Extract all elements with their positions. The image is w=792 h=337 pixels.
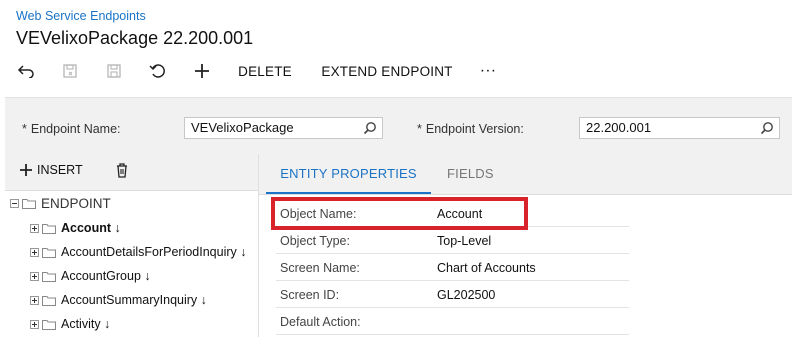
insert-button[interactable]: INSERT: [19, 163, 83, 177]
endpoint-name-field[interactable]: VEVelixoPackage: [184, 117, 383, 139]
collapse-icon[interactable]: [10, 199, 19, 208]
endpoint-version-label-text: Endpoint Version:: [425, 122, 524, 136]
endpoint-version-label: * Endpoint Version:: [417, 122, 524, 136]
breadcrumb[interactable]: Web Service Endpoints: [16, 9, 146, 23]
plus-icon: [20, 164, 32, 176]
search-icon[interactable]: [760, 121, 774, 141]
tree-item-accountgroup[interactable]: AccountGroup ↓: [30, 269, 151, 283]
folder-icon: [42, 247, 56, 258]
divider: [276, 253, 629, 254]
folder-icon: [42, 271, 56, 282]
tree-item-accountdetailsforperiodinquiry[interactable]: AccountDetailsForPeriodInquiry ↓: [30, 245, 247, 259]
plus-icon[interactable]: [190, 58, 214, 84]
folder-icon: [22, 199, 36, 209]
divider: [276, 280, 629, 281]
insert-label: INSERT: [37, 163, 83, 177]
expand-icon[interactable]: [30, 271, 39, 281]
tree-item-accountsummaryinquiry[interactable]: AccountSummaryInquiry ↓: [30, 293, 207, 307]
folder-icon: [42, 319, 56, 330]
delete-button[interactable]: DELETE: [230, 58, 300, 84]
screen-name-value[interactable]: Chart of Accounts: [437, 261, 536, 275]
entity-tree-pane: INSERT ENDPOINT Account ↓ AccountDetails…: [5, 154, 259, 337]
page-title: VEVelixoPackage 22.200.001: [16, 28, 254, 48]
tree-toolbar: INSERT: [5, 154, 258, 191]
required-marker: *: [417, 122, 422, 136]
entity-details-pane: ENTITY PROPERTIES FIELDS Object Name: Ac…: [259, 154, 792, 337]
tree-item-account[interactable]: Account ↓: [30, 221, 121, 235]
required-marker: *: [22, 122, 27, 136]
endpoint-version-field[interactable]: 22.200.001: [579, 117, 780, 139]
tree-item-label: Account ↓: [61, 221, 121, 235]
extend-endpoint-button[interactable]: EXTEND ENDPOINT: [314, 58, 460, 84]
screen-id-value[interactable]: GL202500: [437, 288, 495, 302]
expand-icon[interactable]: [30, 295, 39, 305]
endpoint-form: * Endpoint Name: VEVelixoPackage * Endpoin…: [5, 97, 792, 155]
divider: [276, 307, 629, 308]
trash-icon[interactable]: [116, 163, 128, 183]
highlight-box: [271, 197, 528, 230]
expand-icon[interactable]: [30, 223, 39, 233]
tree-root-label: ENDPOINT: [41, 196, 111, 211]
endpoint-name-label-text: Endpoint Name:: [30, 122, 121, 136]
tab-fields[interactable]: FIELDS: [447, 154, 497, 194]
tree-root-endpoint[interactable]: ENDPOINT: [10, 196, 111, 211]
endpoint-name-label: * Endpoint Name:: [22, 122, 121, 136]
tree-item-label: Activity ↓: [61, 317, 111, 331]
revert-icon[interactable]: [146, 58, 170, 84]
default-action-label: Default Action:: [280, 315, 361, 329]
undo-arrow-icon[interactable]: [14, 58, 38, 84]
more-button[interactable]: ···: [474, 58, 502, 84]
endpoint-version-value: 22.200.001: [586, 120, 652, 135]
tree-item-label: AccountSummaryInquiry ↓: [61, 293, 207, 307]
endpoint-name-value: VEVelixoPackage: [191, 120, 294, 135]
object-type-label: Object Type:: [280, 234, 350, 248]
tree-item-label: AccountDetailsForPeriodInquiry ↓: [61, 245, 247, 259]
expand-icon[interactable]: [30, 247, 39, 257]
save-close-icon[interactable]: [58, 58, 82, 84]
expand-icon[interactable]: [30, 319, 39, 329]
folder-icon: [42, 295, 56, 306]
tab-entity-properties[interactable]: ENTITY PROPERTIES: [266, 154, 431, 194]
divider: [276, 334, 629, 335]
screen-id-label: Screen ID:: [280, 288, 340, 302]
screen-name-label: Screen Name:: [280, 261, 360, 275]
search-icon[interactable]: [363, 121, 377, 141]
folder-icon: [42, 223, 56, 234]
tree-item-activity[interactable]: Activity ↓: [30, 317, 110, 331]
save-icon[interactable]: [102, 58, 126, 84]
object-type-value[interactable]: Top-Level: [437, 234, 491, 248]
tree-item-label: AccountGroup ↓: [61, 269, 151, 283]
toolbar: DELETE EXTEND ENDPOINT ···: [0, 58, 792, 84]
tab-bar: ENTITY PROPERTIES FIELDS: [259, 154, 792, 195]
